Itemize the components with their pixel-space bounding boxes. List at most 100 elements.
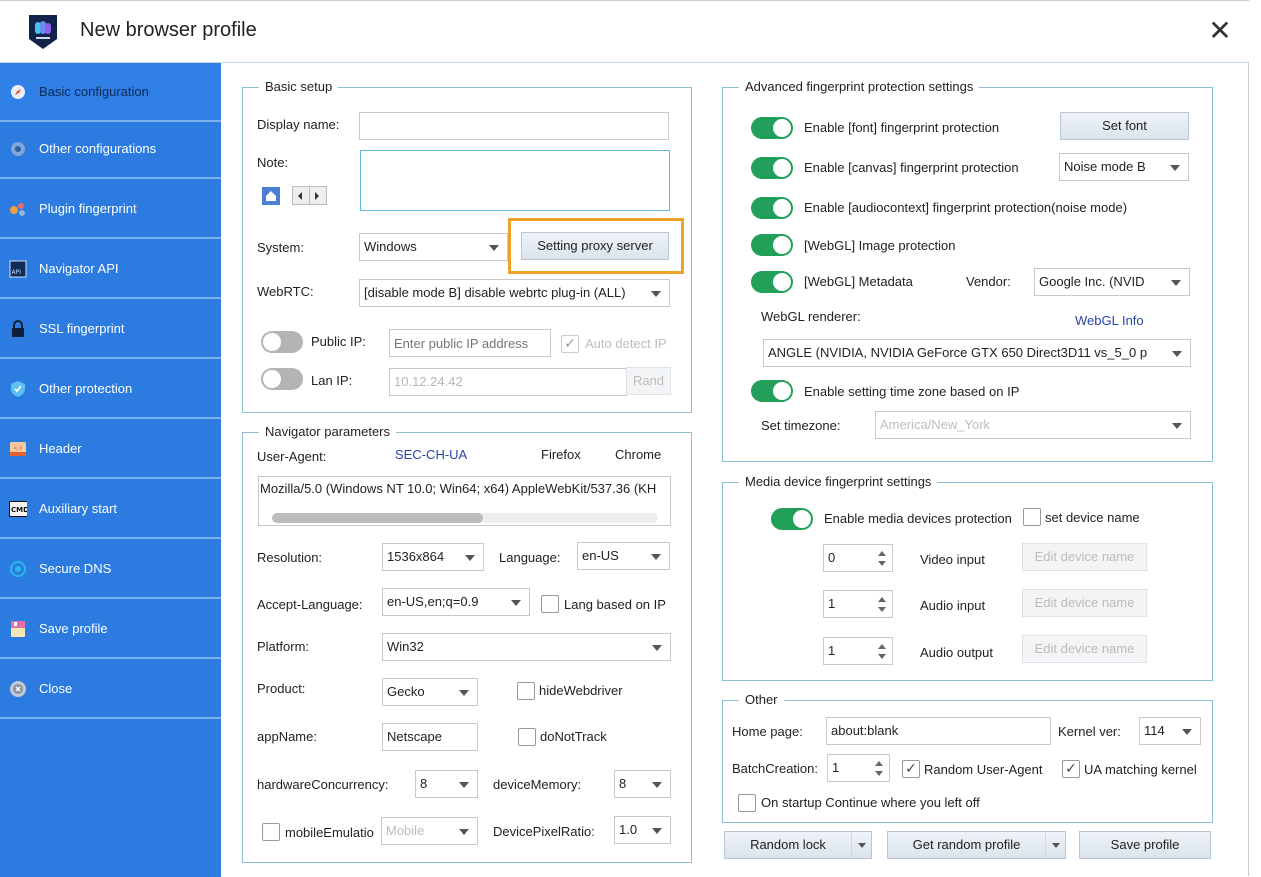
kernel-ver-label: Kernel ver: <box>1058 724 1121 739</box>
sidebar-item-ssl-fingerprint[interactable]: SSL fingerprint <box>0 300 221 359</box>
product-select[interactable]: Gecko <box>382 678 478 706</box>
webgl-renderer-label: WebGL renderer: <box>761 309 861 324</box>
webgl-renderer-select[interactable]: ANGLE (NVIDIA, NVIDIA GeForce GTX 650 Di… <box>763 339 1191 367</box>
video-input-label: Video input <box>920 552 985 567</box>
sidebar-item-close[interactable]: Close <box>0 660 221 719</box>
spin-down-icon[interactable] <box>875 771 883 776</box>
dropdown-arrow-icon[interactable] <box>851 832 871 858</box>
display-name-input[interactable] <box>359 112 669 140</box>
rand-button[interactable]: Rand <box>626 367 671 395</box>
edit-audio-input-device-name-button[interactable]: Edit device name <box>1022 589 1147 617</box>
appname-label: appName: <box>257 729 317 744</box>
spin-up-icon[interactable] <box>875 761 883 766</box>
arrow-left-icon[interactable] <box>298 192 302 200</box>
home-page-input[interactable]: about:blank <box>826 717 1051 745</box>
sidebar-item-plugin-fingerprint[interactable]: Plugin fingerprint <box>0 180 221 239</box>
audio-output-label: Audio output <box>920 645 994 660</box>
media-devices-protection-toggle[interactable] <box>771 508 813 530</box>
spin-up-icon[interactable] <box>878 551 886 556</box>
system-select[interactable]: Windows <box>359 233 508 261</box>
arrow-right-icon[interactable] <box>315 192 319 200</box>
audio-output-spinner[interactable]: 1 <box>823 637 893 665</box>
spin-up-icon[interactable] <box>878 644 886 649</box>
webgl-metadata-toggle[interactable] <box>751 271 793 293</box>
audiocontext-protection-toggle[interactable] <box>751 197 793 219</box>
scrollbar-thumb[interactable] <box>272 513 483 523</box>
random-user-agent-checkbox[interactable]: ✓ <box>902 760 920 778</box>
sidebar-item-secure-dns[interactable]: Secure DNS <box>0 540 221 599</box>
edit-video-device-name-button[interactable]: Edit device name <box>1022 543 1147 571</box>
webgl-image-label: [WebGL] Image protection <box>804 238 956 253</box>
lock-icon <box>9 319 27 338</box>
sidebar-item-other-protection[interactable]: Other protection <box>0 360 221 419</box>
plugin-icon <box>9 200 27 218</box>
device-pixel-ratio-select[interactable]: 1.0 <box>614 816 671 844</box>
set-font-button[interactable]: Set font <box>1060 112 1189 140</box>
spin-down-icon[interactable] <box>878 607 886 612</box>
sidebar-item-header[interactable]: <> Header <box>0 420 221 479</box>
user-agent-scrollbar[interactable] <box>272 513 658 523</box>
random-lock-button[interactable]: Random lock <box>724 831 872 859</box>
edit-audio-output-device-name-button[interactable]: Edit device name <box>1022 635 1147 663</box>
ua-matching-kernel-checkbox[interactable]: ✓ <box>1062 760 1080 778</box>
kernel-ver-select[interactable]: 114 <box>1139 717 1201 745</box>
spin-up-icon[interactable] <box>878 597 886 602</box>
button-label: Random lock <box>750 837 826 852</box>
font-protection-toggle[interactable] <box>751 117 793 139</box>
language-select[interactable]: en-US <box>577 542 670 570</box>
note-textarea[interactable] <box>360 150 670 211</box>
mobile-select[interactable]: Mobile <box>381 817 478 845</box>
sidebar-item-basic-configuration[interactable]: Basic configuration <box>0 63 221 122</box>
public-ip-toggle[interactable] <box>261 331 303 353</box>
home-icon[interactable] <box>262 187 280 205</box>
dialog-window: New browser profile ✕ Basic configuratio… <box>0 0 1249 877</box>
title-bar: New browser profile ✕ <box>0 1 1249 63</box>
lan-ip-toggle[interactable] <box>261 368 303 390</box>
appname-input[interactable]: Netscape <box>382 723 478 751</box>
resolution-label: Resolution: <box>257 550 323 565</box>
auto-detect-ip-checkbox[interactable]: ✓ <box>561 335 579 353</box>
webgl-info-link[interactable]: WebGL Info <box>1075 313 1144 328</box>
mobile-emulation-checkbox[interactable] <box>262 823 280 841</box>
batch-creation-label: BatchCreation: <box>732 761 818 776</box>
dropdown-arrow-icon[interactable] <box>1045 832 1065 858</box>
sidebar-item-save-profile[interactable]: Save profile <box>0 600 221 659</box>
sidebar-item-navigator-api[interactable]: API Navigator API <box>0 240 221 299</box>
sidebar-item-other-configurations[interactable]: Other configurations <box>0 120 221 179</box>
sidebar: Basic configuration Other configurations… <box>0 63 221 877</box>
video-input-spinner[interactable]: 0 <box>823 544 893 572</box>
note-label: Note: <box>257 155 289 170</box>
spin-down-icon[interactable] <box>878 561 886 566</box>
close-window-button[interactable]: ✕ <box>1200 11 1240 51</box>
webgl-image-toggle[interactable] <box>751 234 793 256</box>
hardware-concurrency-select[interactable]: 8 <box>415 770 478 798</box>
batch-creation-spinner[interactable]: 1 <box>827 754 890 782</box>
lan-ip-input[interactable]: 10.12.24.42 <box>389 368 627 396</box>
public-ip-input[interactable] <box>389 329 551 357</box>
timezone-select[interactable]: America/New_York <box>875 411 1191 439</box>
canvas-protection-toggle[interactable] <box>751 157 793 179</box>
lang-based-on-ip-checkbox[interactable] <box>541 595 559 613</box>
canvas-mode-select[interactable]: Noise mode B <box>1059 153 1189 181</box>
save-profile-button[interactable]: Save profile <box>1079 831 1211 859</box>
timezone-based-on-ip-toggle[interactable] <box>751 380 793 402</box>
audio-input-spinner[interactable]: 1 <box>823 590 893 618</box>
vendor-select[interactable]: Google Inc. (NVID <box>1034 268 1190 296</box>
device-memory-select[interactable]: 8 <box>614 770 671 798</box>
media-devices-protection-label: Enable media devices protection <box>824 511 1012 526</box>
do-not-track-checkbox[interactable] <box>518 728 536 746</box>
chrome-link[interactable]: Chrome <box>615 447 661 462</box>
set-device-name-checkbox[interactable] <box>1023 508 1041 526</box>
accept-language-select[interactable]: en-US,en;q=0.9 <box>382 588 530 616</box>
spin-down-icon[interactable] <box>878 654 886 659</box>
lan-ip-label: Lan IP: <box>311 373 353 388</box>
sec-ch-ua-link[interactable]: SEC-CH-UA <box>395 447 467 462</box>
resolution-select[interactable]: 1536x864 <box>382 543 484 571</box>
get-random-profile-button[interactable]: Get random profile <box>887 831 1066 859</box>
hide-webdriver-checkbox[interactable] <box>517 682 535 700</box>
sidebar-item-auxiliary-start[interactable]: CMD Auxiliary start <box>0 480 221 539</box>
webrtc-select[interactable]: [disable mode B] disable webrtc plug-in … <box>359 279 670 307</box>
firefox-link[interactable]: Firefox <box>541 447 581 462</box>
platform-select[interactable]: Win32 <box>382 633 671 661</box>
continue-where-left-off-checkbox[interactable] <box>738 794 756 812</box>
